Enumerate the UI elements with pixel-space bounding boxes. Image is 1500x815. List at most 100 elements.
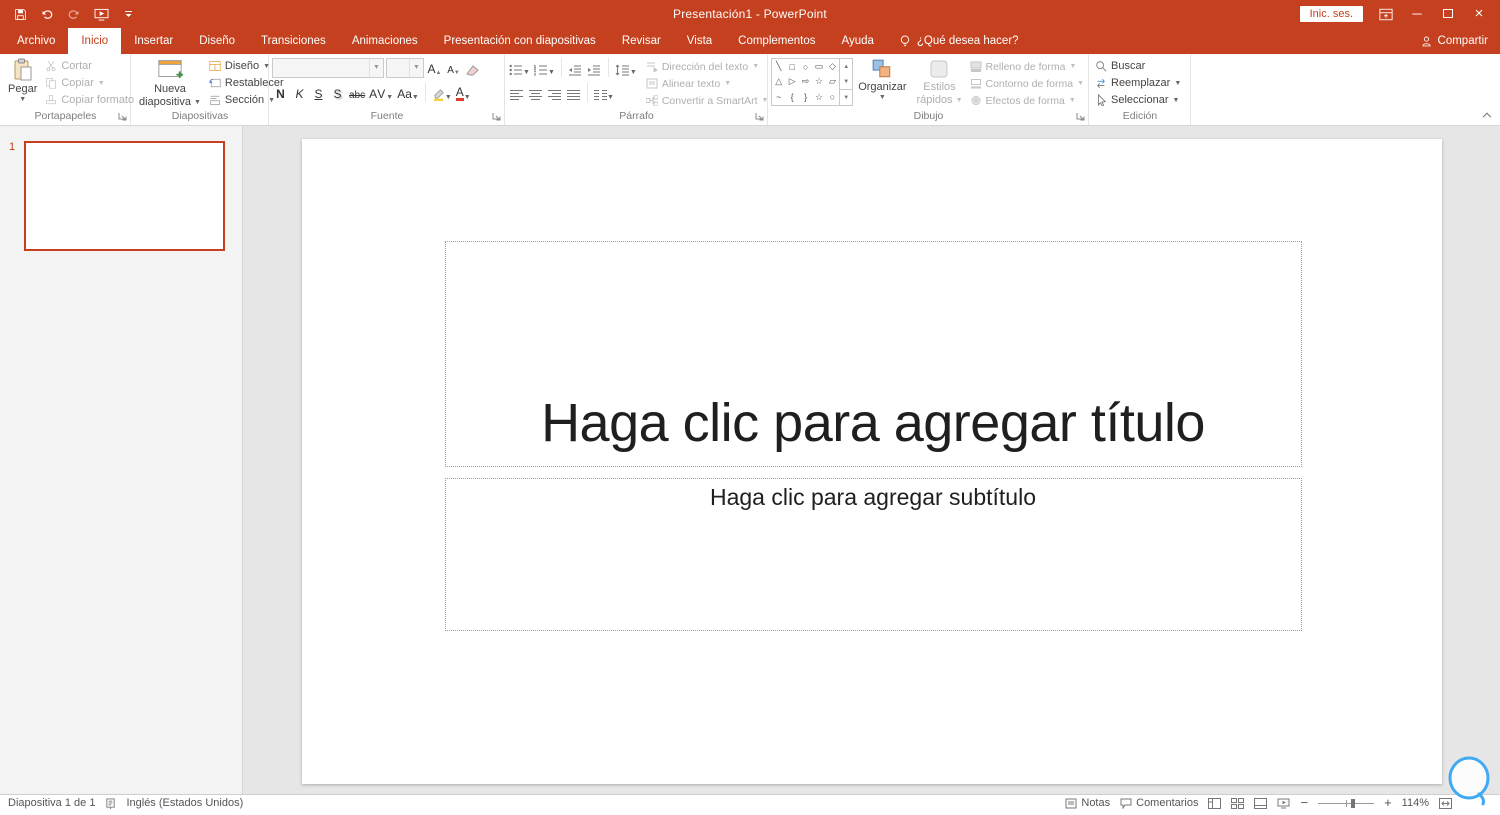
shape-icon[interactable]: { [785, 90, 798, 105]
tab-vista[interactable]: Vista [674, 28, 725, 54]
copy-button[interactable]: Copiar ▼ [42, 75, 137, 91]
align-text-button[interactable]: Alinear texto ▼ [644, 75, 771, 92]
close-button[interactable]: × [1471, 6, 1487, 22]
shape-icon[interactable]: ▱ [826, 74, 839, 89]
share-button[interactable]: Compartir [1420, 28, 1488, 54]
convert-smartart-button[interactable]: Convertir a SmartArt ▼ [644, 92, 771, 109]
font-color-button[interactable]: A ▼ [455, 83, 472, 103]
slide-sorter-view-button[interactable] [1231, 797, 1245, 809]
shape-icon[interactable]: ☆ [812, 74, 825, 89]
quick-styles-button[interactable]: Estilos rápidos ▼ [911, 55, 967, 106]
zoom-level[interactable]: 114% [1402, 797, 1429, 809]
slide[interactable]: Haga clic para agregar título Haga clic … [301, 139, 1442, 784]
underline-button[interactable]: S [310, 83, 327, 103]
shape-icon[interactable]: ▷ [785, 74, 798, 89]
cut-button[interactable]: Cortar [42, 58, 137, 74]
shape-fill-button[interactable]: Relleno de forma ▼ [968, 58, 1087, 75]
zoom-out-button[interactable]: − [1300, 796, 1308, 809]
language-indicator[interactable]: Inglés (Estados Unidos) [126, 797, 243, 809]
gallery-down-button[interactable]: ▼ [840, 74, 852, 89]
bullets-button[interactable]: ▼ [508, 58, 531, 78]
sign-in-button[interactable]: Inic. ses. [1299, 6, 1363, 22]
shape-icon[interactable]: ☆ [812, 90, 825, 105]
shape-icon[interactable]: △ [772, 74, 785, 89]
customize-qat-button[interactable] [120, 6, 136, 22]
justify-button[interactable] [565, 83, 582, 103]
undo-button[interactable] [39, 6, 55, 22]
start-slideshow-button[interactable] [93, 6, 109, 22]
shape-effects-button[interactable]: Efectos de forma ▼ [968, 92, 1087, 109]
tab-complementos[interactable]: Complementos [725, 28, 828, 54]
save-button[interactable] [12, 6, 28, 22]
arrange-button[interactable]: Organizar ▼ [853, 55, 911, 101]
new-slide-button[interactable]: Nueva diapositiva ▼ [134, 55, 206, 108]
maximize-button[interactable] [1440, 6, 1456, 22]
paragraph-dialog-launcher[interactable] [755, 112, 764, 125]
align-left-button[interactable] [508, 83, 525, 103]
tell-me-box[interactable]: ¿Qué desea hacer? [887, 28, 1031, 54]
minimize-button[interactable]: ─ [1409, 6, 1425, 22]
collapse-ribbon-button[interactable] [1482, 111, 1492, 122]
tab-presentacion[interactable]: Presentación con diapositivas [431, 28, 609, 54]
bold-button[interactable]: N [272, 83, 289, 103]
gallery-up-button[interactable]: ▲ [840, 59, 852, 74]
clear-formatting-button[interactable] [464, 58, 481, 78]
shrink-font-button[interactable]: A ▼ [445, 58, 462, 78]
select-button[interactable]: Seleccionar ▼ [1092, 92, 1184, 108]
line-spacing-button[interactable]: ▼ [614, 58, 638, 78]
decrease-indent-button[interactable] [567, 58, 584, 78]
title-placeholder[interactable]: Haga clic para agregar título [444, 241, 1302, 467]
subtitle-placeholder[interactable]: Haga clic para agregar subtítulo [444, 478, 1302, 631]
shape-outline-button[interactable]: Contorno de forma ▼ [968, 75, 1087, 92]
font-name-combo[interactable]: ▼ [272, 57, 384, 78]
tab-inicio[interactable]: Inicio [68, 28, 122, 54]
text-direction-button[interactable]: Dirección del texto ▼ [644, 58, 771, 75]
zoom-slider[interactable] [1318, 798, 1375, 808]
shape-icon[interactable]: ◇ [826, 59, 839, 74]
slide-thumbnail[interactable] [24, 141, 225, 251]
slideshow-view-button[interactable] [1277, 798, 1290, 809]
grow-font-button[interactable]: A ▲ [426, 58, 443, 78]
font-size-combo[interactable]: ▼ [386, 57, 424, 78]
shape-icon[interactable]: ▭ [812, 59, 825, 74]
redo-button[interactable] [66, 6, 82, 22]
find-button[interactable]: Buscar [1092, 58, 1184, 74]
columns-button[interactable]: ▼ [593, 83, 615, 103]
strikethrough-button[interactable]: abc [348, 83, 366, 103]
proofing-status[interactable] [105, 797, 116, 809]
slide-indicator[interactable]: Diapositiva 1 de 1 [8, 797, 95, 809]
ribbon-display-options-button[interactable] [1378, 6, 1394, 22]
tab-revisar[interactable]: Revisar [609, 28, 674, 54]
zoom-in-button[interactable]: + [1384, 796, 1392, 809]
character-spacing-button[interactable]: AV ▼ [368, 83, 394, 103]
zoom-slider-thumb[interactable] [1350, 798, 1355, 808]
shape-icon[interactable]: ○ [826, 90, 839, 105]
numbering-button[interactable]: ▼ [533, 58, 556, 78]
tab-transiciones[interactable]: Transiciones [248, 28, 339, 54]
clipboard-dialog-launcher[interactable] [118, 112, 127, 125]
format-painter-button[interactable]: Copiar formato [42, 92, 137, 108]
tab-insertar[interactable]: Insertar [121, 28, 186, 54]
italic-button[interactable]: K [291, 83, 308, 103]
change-case-button[interactable]: Aa ▼ [396, 83, 420, 103]
text-shadow-button[interactable]: S [329, 83, 346, 103]
align-center-button[interactable] [527, 83, 544, 103]
tab-archivo[interactable]: Archivo [4, 28, 68, 54]
reading-view-button[interactable] [1254, 797, 1268, 809]
font-dialog-launcher[interactable] [492, 112, 501, 125]
tab-diseno[interactable]: Diseño [186, 28, 248, 54]
shape-icon[interactable]: ╲ [772, 59, 785, 74]
shape-icon[interactable]: □ [785, 59, 798, 74]
drawing-dialog-launcher[interactable] [1076, 112, 1085, 125]
shape-icon[interactable]: } [799, 90, 812, 105]
notes-button[interactable]: Notas [1065, 797, 1110, 809]
replace-button[interactable]: Reemplazar ▼ [1092, 75, 1184, 91]
increase-indent-button[interactable] [586, 58, 603, 78]
comments-button[interactable]: Comentarios [1120, 797, 1198, 809]
shape-icon[interactable]: ⇨ [799, 74, 812, 89]
paste-button[interactable]: Pegar ▼ [3, 55, 42, 103]
gallery-more-button[interactable]: ▼ [840, 89, 853, 105]
normal-view-button[interactable] [1208, 797, 1222, 809]
text-highlight-button[interactable]: ▼ [431, 83, 453, 103]
tab-animaciones[interactable]: Animaciones [339, 28, 431, 54]
